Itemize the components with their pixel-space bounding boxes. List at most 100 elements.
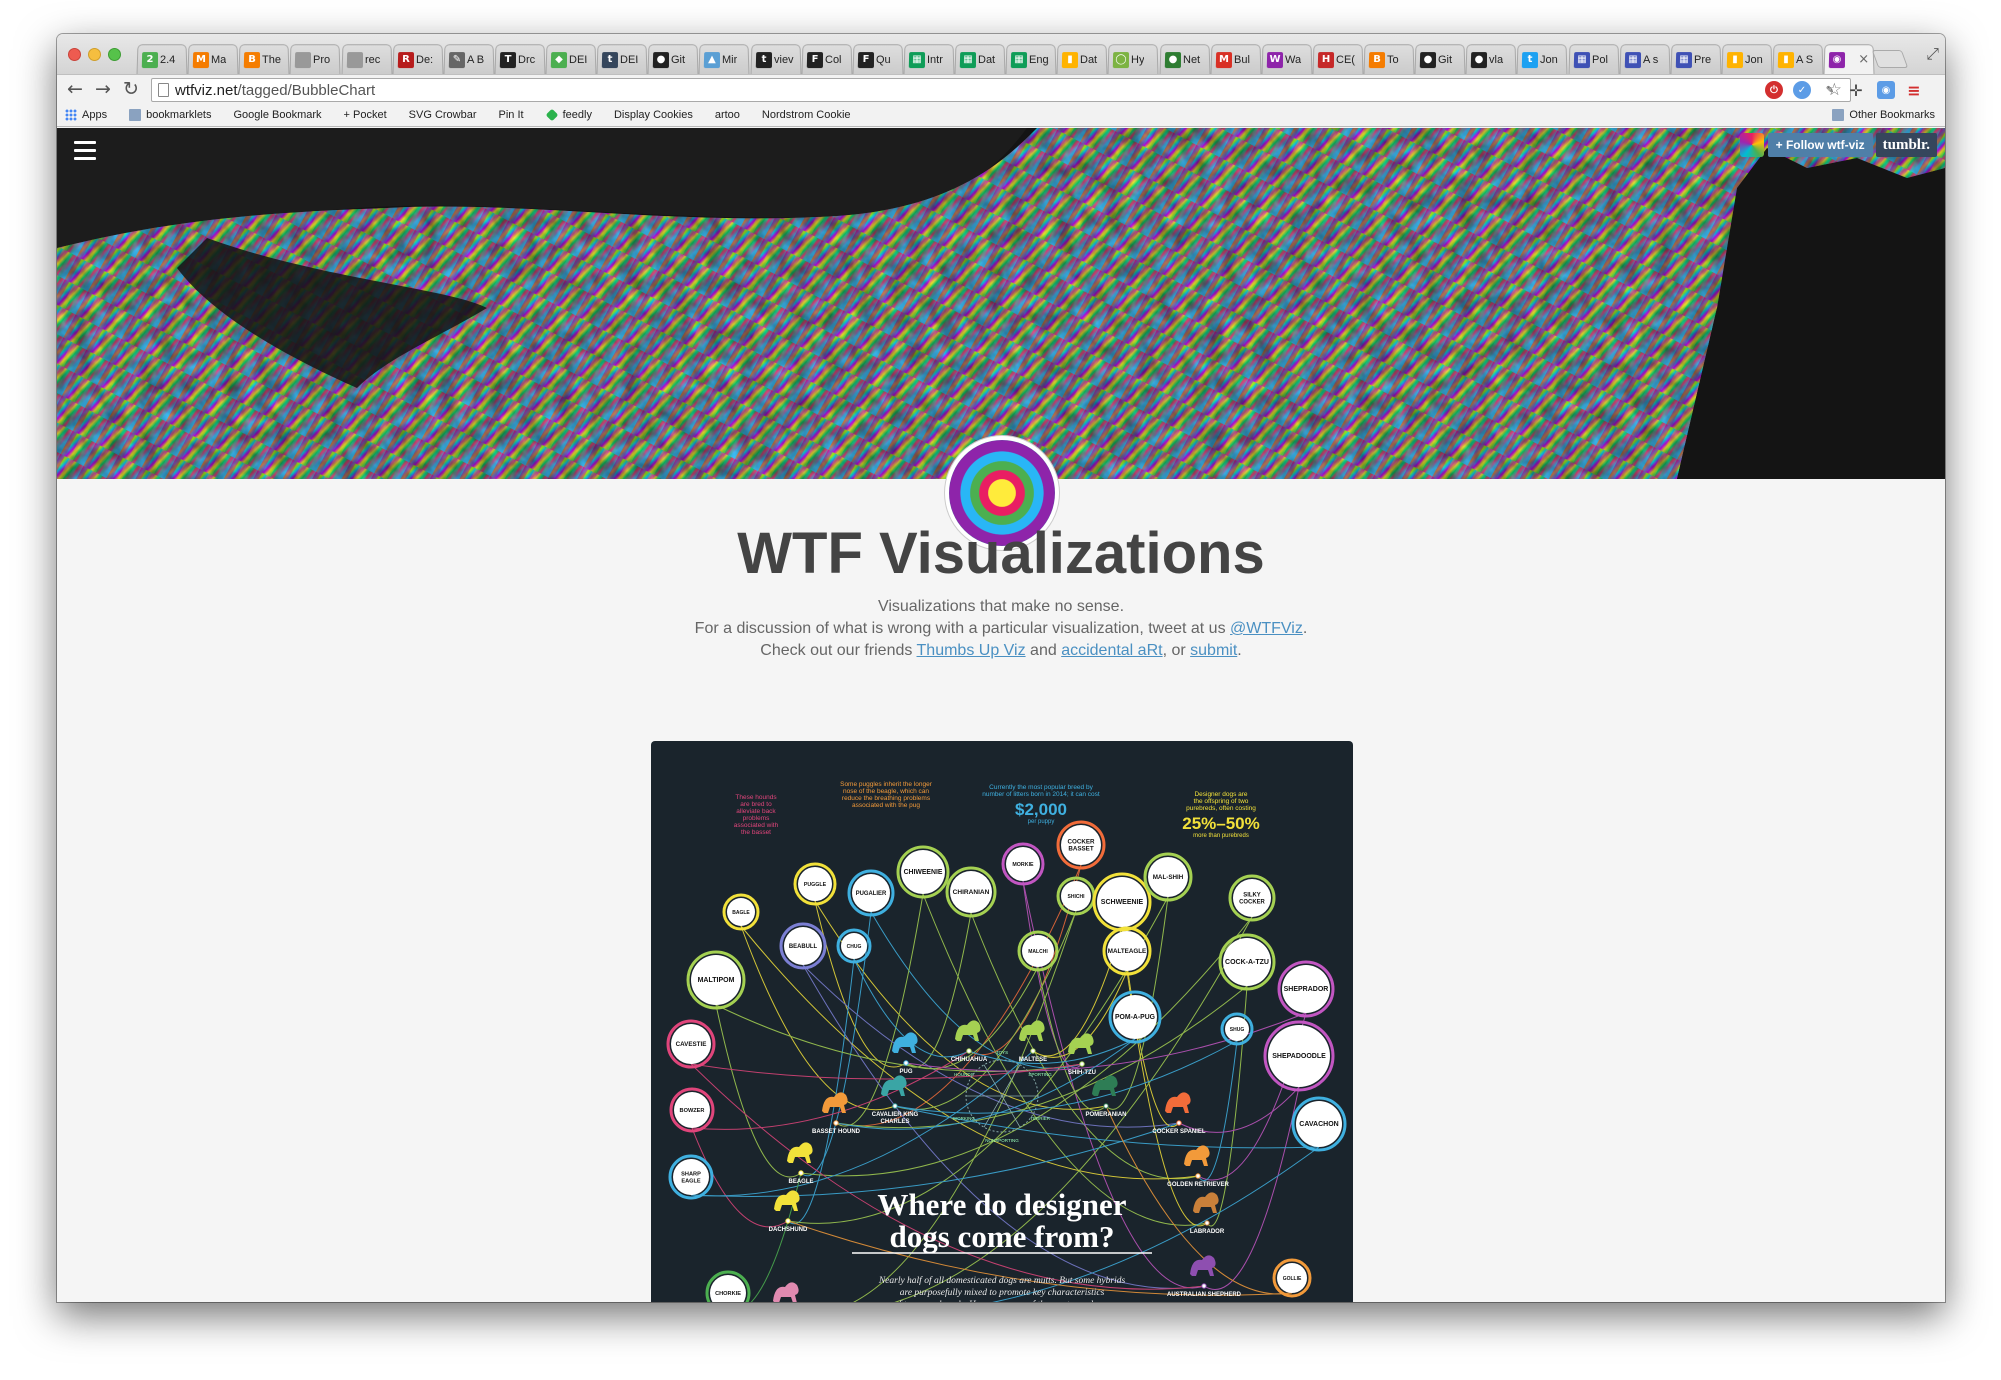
infographic-post[interactable]: These hounds are bred to alleviate back pro… <box>651 741 1353 1302</box>
browser-tab[interactable]: ▦ Eng <box>1005 44 1057 75</box>
submit-link[interactable]: submit <box>1190 642 1237 659</box>
bookmark-item[interactable]: Pin It <box>57 109 524 1302</box>
browser-tab[interactable]: Pro <box>289 44 342 75</box>
browser-tab[interactable]: ▦ A s <box>1619 44 1671 75</box>
hybrid-bubble[interactable]: SCHWEENIE <box>1092 872 1152 932</box>
hybrid-bubble[interactable]: BOWZER <box>669 1087 715 1133</box>
hybrid-bubble[interactable]: CHUG <box>836 928 872 964</box>
browser-tab[interactable]: R De: <box>392 44 444 75</box>
eyedropper-icon[interactable]: ✎ <box>1821 81 1839 99</box>
browser-tab[interactable]: ✎ A B <box>443 44 495 75</box>
extension-v-icon[interactable]: ✓ <box>1793 81 1811 99</box>
bookmark-item[interactable]: Display Cookies <box>57 109 693 1302</box>
browser-tab[interactable]: ▦ Dat <box>954 44 1006 75</box>
hybrid-bubble[interactable]: MALTEAGLE <box>1102 926 1152 976</box>
hybrid-bubble[interactable]: CHIWEENIE <box>896 845 950 899</box>
thumbs-up-viz-link[interactable]: Thumbs Up Viz <box>917 642 1026 659</box>
blog-avatar-small[interactable] <box>1739 133 1764 157</box>
browser-tab[interactable]: ● Net <box>1158 44 1211 75</box>
close-window-button[interactable] <box>68 48 81 61</box>
twitter-link[interactable]: @WTFViz <box>1230 620 1303 637</box>
hybrid-bubble[interactable]: PUGALIER <box>847 869 895 917</box>
camera-icon[interactable]: ◉ <box>1877 81 1895 99</box>
browser-tab[interactable]: ◯ Hy <box>1107 44 1160 75</box>
browser-tab[interactable]: ▮ Jon <box>1721 44 1773 75</box>
browser-tab[interactable]: t viev <box>749 44 802 75</box>
browser-tab[interactable]: ▮ A S <box>1772 44 1824 75</box>
browser-tab[interactable]: ▲ Mir <box>698 44 751 75</box>
reload-button[interactable]: ↻ <box>119 77 143 101</box>
adblock-icon[interactable]: ⏻ <box>1765 81 1783 99</box>
hybrid-bubble[interactable]: SHICHI <box>1056 876 1096 916</box>
browser-tab[interactable]: ▮ Dat <box>1056 44 1108 75</box>
hybrid-bubble[interactable]: MAL-SHIH <box>1143 852 1193 902</box>
bookmark-item[interactable]: Google Bookmark <box>57 109 322 1302</box>
browser-tab[interactable]: t Jon <box>1516 44 1569 75</box>
browser-tab[interactable]: ● Git <box>1414 44 1466 75</box>
browser-tab[interactable]: ▦ Intr <box>903 44 955 75</box>
browser-tab[interactable]: ● Git <box>647 44 699 75</box>
browser-tab[interactable]: ▦ Pol <box>1567 44 1620 75</box>
zoom-window-button[interactable] <box>108 48 121 61</box>
browser-tab[interactable]: ▦ Pre <box>1670 44 1722 75</box>
hybrid-bubble[interactable]: SHEPADOODLE <box>1263 1020 1335 1092</box>
browser-tab[interactable]: T Drc <box>494 44 546 75</box>
hybrid-bubble[interactable]: PUGGLE <box>793 862 837 906</box>
crosshair-icon[interactable]: ✛ <box>1847 81 1865 100</box>
back-button[interactable]: ← <box>63 77 87 101</box>
bookmark-item[interactable]: feedly <box>545 108 592 122</box>
bookmark-item[interactable]: + Pocket <box>57 109 387 1302</box>
browser-tab[interactable]: 2 2.4 <box>136 44 188 75</box>
hybrid-bubble[interactable]: POM-A-PUG <box>1108 990 1162 1044</box>
close-tab-icon[interactable]: × <box>1858 52 1869 67</box>
bookmark-item[interactable]: artoo <box>57 109 740 1302</box>
browser-tab[interactable]: ◉ × <box>1823 44 1875 75</box>
bookmark-item[interactable]: bookmarklets <box>129 109 212 121</box>
browser-tab[interactable]: ● vla <box>1465 44 1517 75</box>
hybrid-bubble[interactable]: SILKYCOCKER <box>1228 874 1276 922</box>
hybrid-bubble[interactable]: MORKIE <box>1001 842 1045 886</box>
hybrid-bubble[interactable]: CAVACHON <box>1291 1096 1347 1152</box>
breed-label: PUG <box>899 1069 912 1075</box>
hybrid-bubble[interactable]: SHEPRADOR <box>1277 960 1335 1018</box>
browser-tab[interactable]: F Col <box>801 44 853 75</box>
follow-button[interactable]: + Follow wtf-viz <box>1767 133 1873 157</box>
browser-tab[interactable]: M Bul <box>1210 44 1262 75</box>
hybrid-bubble[interactable]: BAGLE <box>722 893 760 931</box>
address-bar[interactable]: wtfviz.net/tagged/BubbleChart ☆ <box>151 78 1851 102</box>
fullscreen-icon[interactable]: ⤢ <box>1926 44 1939 64</box>
hybrid-bubble[interactable]: COCKERBASSET <box>1056 820 1106 870</box>
browser-tab[interactable]: M Ma <box>187 44 239 75</box>
bookmark-item[interactable]: Apps <box>65 109 107 121</box>
browser-tab[interactable]: rec <box>340 44 393 75</box>
blog-title[interactable]: WTF Visualizations <box>57 520 1945 587</box>
hybrid-bubble[interactable]: MALCHI <box>1017 930 1059 972</box>
minimize-window-button[interactable] <box>88 48 101 61</box>
hybrid-bubble[interactable]: COCK-A-TZU <box>1218 933 1276 991</box>
bookmark-item[interactable]: Nordstrom Cookie <box>57 109 851 1302</box>
hybrid-bubble[interactable]: SHUG <box>1220 1012 1254 1046</box>
menu-icon[interactable] <box>74 141 96 165</box>
hybrid-bubble[interactable]: MALTIPOM <box>686 950 746 1010</box>
other-bookmarks[interactable]: Other Bookmarks <box>1832 109 1935 121</box>
browser-tab[interactable]: B The <box>238 44 290 75</box>
new-tab-button[interactable] <box>1871 50 1909 68</box>
bookmark-item[interactable]: SVG Crowbar <box>57 109 477 1302</box>
hybrid-bubble[interactable]: CHORKIE <box>705 1270 751 1302</box>
bookmark-label: SVG Crowbar <box>408 109 477 121</box>
browser-tab[interactable]: ◆ DEI <box>545 44 597 75</box>
hybrid-bubble[interactable]: SHARPEAGLE <box>668 1154 714 1200</box>
hybrid-bubble[interactable]: CAVESTIE <box>666 1019 716 1069</box>
menu-icon[interactable]: ≡ <box>1905 81 1923 100</box>
browser-tab[interactable]: W Wa <box>1261 44 1313 75</box>
forward-button[interactable]: → <box>91 77 115 101</box>
browser-tab[interactable]: H CE( <box>1312 44 1364 75</box>
tumblr-logo[interactable]: tumblr. <box>1875 133 1937 157</box>
accidental-art-link[interactable]: accidental aRt <box>1061 642 1162 659</box>
hybrid-bubble[interactable]: BEABULL <box>779 922 827 970</box>
browser-tab[interactable]: B To <box>1363 44 1415 75</box>
browser-tab[interactable]: t DEI <box>596 44 648 75</box>
browser-tab[interactable]: F Qu <box>852 44 904 75</box>
hybrid-bubble[interactable]: GOLLIE <box>1272 1258 1312 1298</box>
hybrid-bubble[interactable]: CHIRANIAN <box>945 866 997 918</box>
